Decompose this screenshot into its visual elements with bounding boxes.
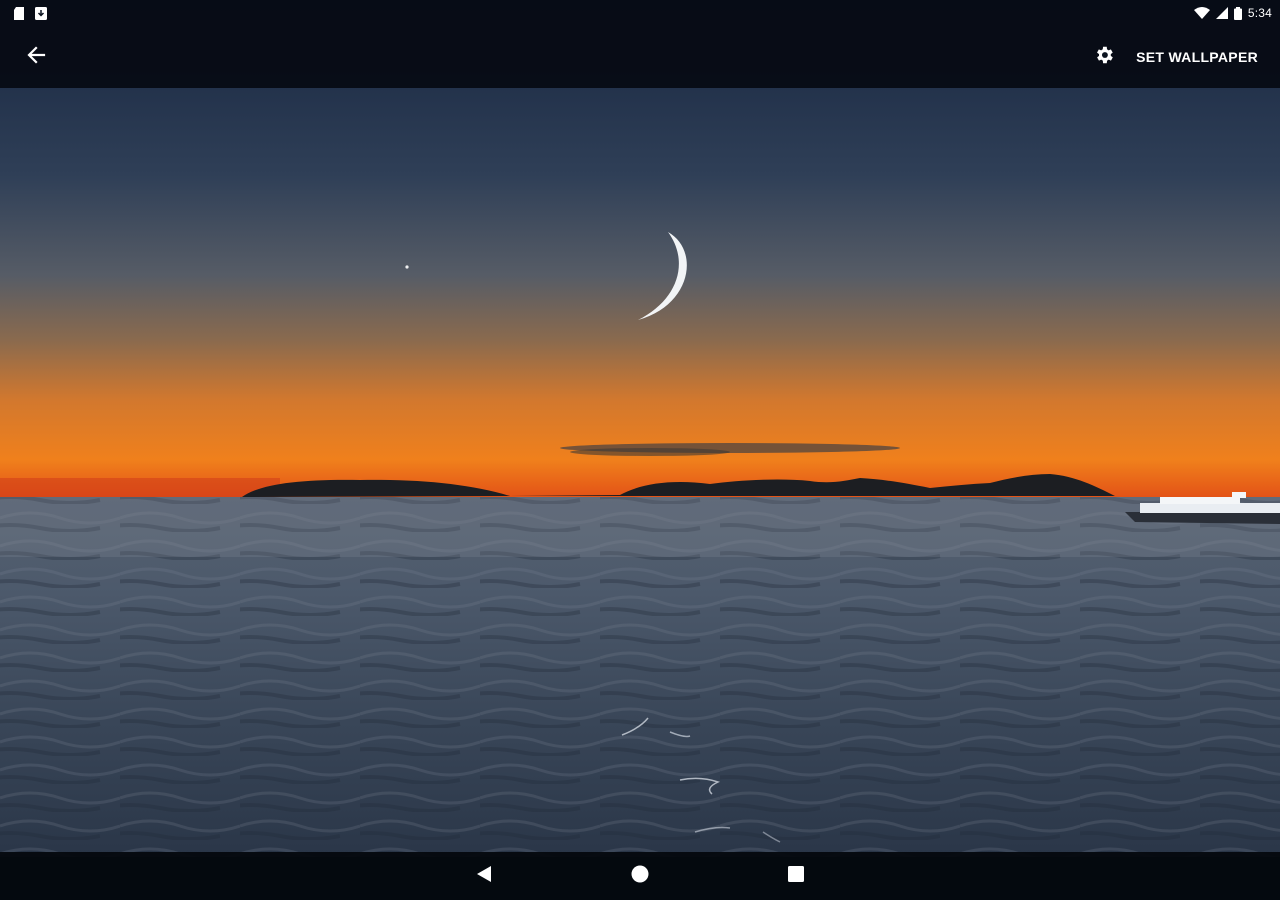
wallpaper-preview-screen: 5:34 SET WALLPAPER xyxy=(0,0,1280,900)
wallpaper-preview-image xyxy=(0,0,1280,900)
app-bar-actions: SET WALLPAPER xyxy=(1084,37,1280,77)
wifi-icon xyxy=(1193,6,1210,20)
system-status-icons: 5:34 xyxy=(1193,6,1280,20)
signal-icon xyxy=(1215,6,1228,20)
battery-icon xyxy=(1233,6,1242,20)
gear-icon xyxy=(1093,44,1115,71)
settings-button[interactable] xyxy=(1084,37,1124,77)
arrow-back-icon xyxy=(26,45,46,70)
nav-home-icon xyxy=(631,865,649,888)
set-wallpaper-button[interactable]: SET WALLPAPER xyxy=(1136,41,1258,73)
nav-recents-button[interactable] xyxy=(782,862,810,890)
clock-time: 5:34 xyxy=(1247,6,1272,20)
nav-home-button[interactable] xyxy=(626,862,654,890)
nav-back-icon xyxy=(476,865,492,888)
notification-icons xyxy=(0,6,47,20)
download-icon xyxy=(35,6,47,20)
back-button[interactable] xyxy=(16,37,56,77)
nav-back-button[interactable] xyxy=(470,862,498,890)
nav-recents-icon xyxy=(788,865,804,887)
sd-card-icon xyxy=(13,6,25,20)
app-bar: SET WALLPAPER xyxy=(0,26,1280,88)
system-navigation-bar xyxy=(0,852,1280,900)
status-bar: 5:34 xyxy=(0,0,1280,26)
